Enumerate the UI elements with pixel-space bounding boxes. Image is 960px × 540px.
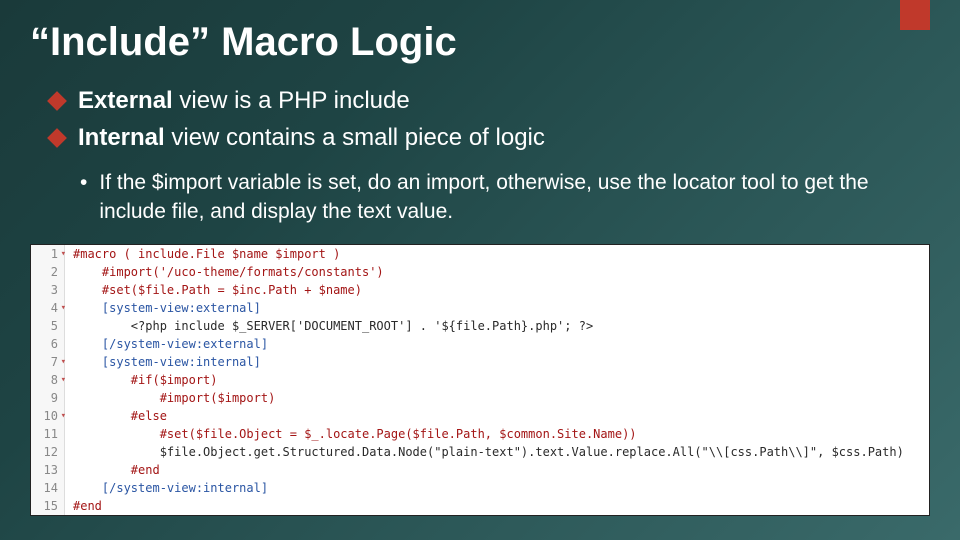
fold-caret-icon: ▾ xyxy=(61,299,66,317)
code-row: 11 #set($file.Object = $_.locate.Page($f… xyxy=(31,425,929,443)
code-row: 7▾ [system-view:internal] xyxy=(31,353,929,371)
bullet-list: External view is a PHP include Internal … xyxy=(0,75,960,153)
code-row: 4▾ [system-view:external] xyxy=(31,299,929,317)
bullet-text: Internal view contains a small piece of … xyxy=(78,122,545,153)
slide-title: “Include” Macro Logic xyxy=(0,0,960,75)
code-row: 1▾#macro ( include.File $name $import ) xyxy=(31,245,929,263)
bullet-item: External view is a PHP include xyxy=(50,85,930,116)
diamond-icon xyxy=(47,128,67,148)
code-line: [/system-view:external] xyxy=(65,335,268,353)
code-row: 3 #set($file.Path = $inc.Path + $name) xyxy=(31,281,929,299)
line-number: 5 xyxy=(31,317,65,335)
line-number: 11 xyxy=(31,425,65,443)
sub-bullet-text: If the $import variable is set, do an im… xyxy=(99,169,920,226)
accent-bar xyxy=(900,0,930,30)
code-line: #end xyxy=(65,497,102,515)
code-line: #set($file.Path = $inc.Path + $name) xyxy=(65,281,362,299)
code-row: 6 [/system-view:external] xyxy=(31,335,929,353)
fold-caret-icon: ▾ xyxy=(61,353,66,371)
line-number: 2 xyxy=(31,263,65,281)
code-row: 13 #end xyxy=(31,461,929,479)
code-line: $file.Object.get.Structured.Data.Node("p… xyxy=(65,443,904,461)
line-number: 14 xyxy=(31,479,65,497)
code-line: [system-view:external] xyxy=(65,299,261,317)
code-line: #set($file.Object = $_.locate.Page($file… xyxy=(65,425,637,443)
line-number: 9 xyxy=(31,389,65,407)
code-row: 8▾ #if($import) xyxy=(31,371,929,389)
line-number: 12 xyxy=(31,443,65,461)
code-row: 9 #import($import) xyxy=(31,389,929,407)
line-number: 7▾ xyxy=(31,353,65,371)
code-row: 14 [/system-view:internal] xyxy=(31,479,929,497)
line-number: 10▾ xyxy=(31,407,65,425)
line-number: 15 xyxy=(31,497,65,515)
code-line: <?php include $_SERVER['DOCUMENT_ROOT'] … xyxy=(65,317,593,335)
fold-caret-icon: ▾ xyxy=(61,371,66,389)
code-block: 1▾#macro ( include.File $name $import )2… xyxy=(30,244,930,516)
bullet-item: Internal view contains a small piece of … xyxy=(50,122,930,153)
code-line: #end xyxy=(65,461,160,479)
code-line: [/system-view:internal] xyxy=(65,479,268,497)
code-line: #if($import) xyxy=(65,371,218,389)
code-line: #else xyxy=(65,407,167,425)
line-number: 4▾ xyxy=(31,299,65,317)
bullet-dot-icon: • xyxy=(80,169,87,226)
code-line: [system-view:internal] xyxy=(65,353,261,371)
line-number: 6 xyxy=(31,335,65,353)
sub-bullet: • If the $import variable is set, do an … xyxy=(0,159,960,226)
fold-caret-icon: ▾ xyxy=(61,407,66,425)
code-row: 5 <?php include $_SERVER['DOCUMENT_ROOT'… xyxy=(31,317,929,335)
line-number: 1▾ xyxy=(31,245,65,263)
fold-caret-icon: ▾ xyxy=(61,245,66,263)
code-row: 2 #import('/uco-theme/formats/constants'… xyxy=(31,263,929,281)
bullet-text: External view is a PHP include xyxy=(78,85,410,116)
code-line: #macro ( include.File $name $import ) xyxy=(65,245,340,263)
code-row: 10▾ #else xyxy=(31,407,929,425)
line-number: 3 xyxy=(31,281,65,299)
code-line: #import($import) xyxy=(65,389,275,407)
code-row: 12 $file.Object.get.Structured.Data.Node… xyxy=(31,443,929,461)
diamond-icon xyxy=(47,91,67,111)
line-number: 13 xyxy=(31,461,65,479)
line-number: 8▾ xyxy=(31,371,65,389)
code-line: #import('/uco-theme/formats/constants') xyxy=(65,263,384,281)
code-row: 15#end xyxy=(31,497,929,515)
